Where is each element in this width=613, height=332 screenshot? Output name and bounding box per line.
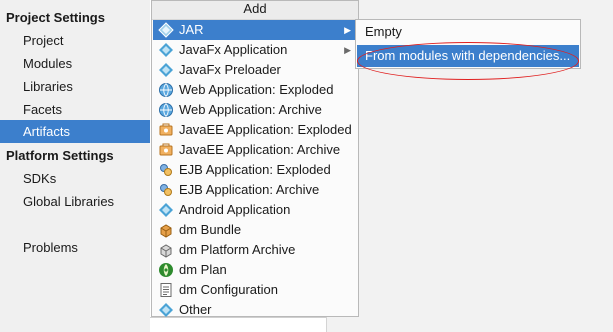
menu-item-label: JavaEE Application: Exploded: [179, 122, 352, 137]
dm-platform-icon: [160, 244, 172, 258]
android-diamond-icon: [159, 203, 173, 217]
submenu-arrow-icon: ▶: [344, 45, 351, 55]
submenu-item-empty[interactable]: Empty: [357, 21, 579, 43]
jar-diamond-icon: [158, 22, 174, 38]
menu-item-jar[interactable]: JAR ▶: [153, 20, 357, 40]
menu-item-label: Android Application: [179, 202, 291, 217]
menu-item-dm-plan[interactable]: dm Plan: [153, 260, 357, 280]
javafx-diamond-icon: [159, 43, 173, 57]
menu-item-dm-configuration[interactable]: dm Configuration: [153, 280, 357, 300]
menu-item-other[interactable]: Other: [153, 300, 357, 320]
menu-item-label: dm Plan: [179, 262, 227, 277]
web-globe-icon: [159, 83, 173, 97]
dm-plan-icon: [159, 263, 173, 277]
menu-item-label: JavaFx Preloader: [179, 62, 281, 77]
javafx-diamond-icon: [159, 63, 173, 77]
red-highlight-ellipse: [357, 42, 579, 80]
submenu-arrow-icon: ▶: [344, 25, 351, 35]
add-menu-title: Add: [152, 1, 358, 20]
ejb-icon: [160, 164, 172, 176]
menu-item-javafx-application[interactable]: JavaFx Application ▶: [153, 40, 357, 60]
menu-item-dm-platform-archive[interactable]: dm Platform Archive: [153, 240, 357, 260]
menu-item-dm-bundle[interactable]: dm Bundle: [153, 220, 357, 240]
menu-item-label: JavaFx Application: [179, 42, 288, 57]
dm-configuration-icon: [160, 283, 172, 297]
web-globe-icon: [159, 103, 173, 117]
menu-item-label: dm Bundle: [179, 222, 242, 237]
menu-item-label: JAR: [179, 22, 204, 37]
menu-item-label: dm Platform Archive: [179, 242, 296, 257]
menu-item-label: Web Application: Archive: [179, 102, 322, 117]
sidebar-item-artifacts[interactable]: Artifacts: [0, 120, 150, 143]
sidebar-item-facets[interactable]: Facets: [0, 98, 150, 121]
menu-item-android-application[interactable]: Android Application: [153, 200, 357, 220]
sidebar-item-problems[interactable]: Problems: [0, 236, 150, 259]
menu-item-ejb-archive[interactable]: EJB Application: Archive: [153, 180, 357, 200]
menu-item-label: Other: [179, 302, 212, 317]
menu-item-label: EJB Application: Archive: [179, 182, 320, 197]
menu-item-label: dm Configuration: [179, 282, 278, 297]
menu-item-web-exploded[interactable]: Web Application: Exploded: [153, 80, 357, 100]
javaee-icon: [159, 143, 173, 156]
menu-item-javaee-exploded[interactable]: JavaEE Application: Exploded: [153, 120, 357, 140]
sidebar-item-project[interactable]: Project: [0, 29, 150, 52]
menu-item-label: JavaEE Application: Archive: [179, 142, 341, 157]
project-settings-header: Project Settings: [6, 10, 105, 25]
sidebar-item-sdks[interactable]: SDKs: [0, 167, 150, 190]
add-popup-menu: Add JAR ▶ JavaFx Application ▶ JavaFx Pr…: [151, 0, 359, 317]
sidebar-item-global-libraries[interactable]: Global Libraries: [0, 190, 150, 213]
sidebar-item-libraries[interactable]: Libraries: [0, 75, 150, 98]
menu-item-web-archive[interactable]: Web Application: Archive: [153, 100, 357, 120]
platform-settings-header: Platform Settings: [6, 148, 114, 163]
menu-item-javaee-archive[interactable]: JavaEE Application: Archive: [153, 140, 357, 160]
menu-item-label: Web Application: Exploded: [179, 82, 334, 97]
menu-item-ejb-exploded[interactable]: EJB Application: Exploded: [153, 160, 357, 180]
settings-sidebar: Project Settings Project Modules Librari…: [0, 0, 150, 332]
menu-item-label: EJB Application: Exploded: [179, 162, 331, 177]
dm-bundle-icon: [160, 224, 172, 238]
sidebar-item-modules[interactable]: Modules: [0, 52, 150, 75]
ejb-icon: [160, 184, 172, 196]
menu-item-javafx-preloader[interactable]: JavaFx Preloader: [153, 60, 357, 80]
other-diamond-icon: [159, 303, 173, 317]
javaee-icon: [159, 123, 173, 136]
